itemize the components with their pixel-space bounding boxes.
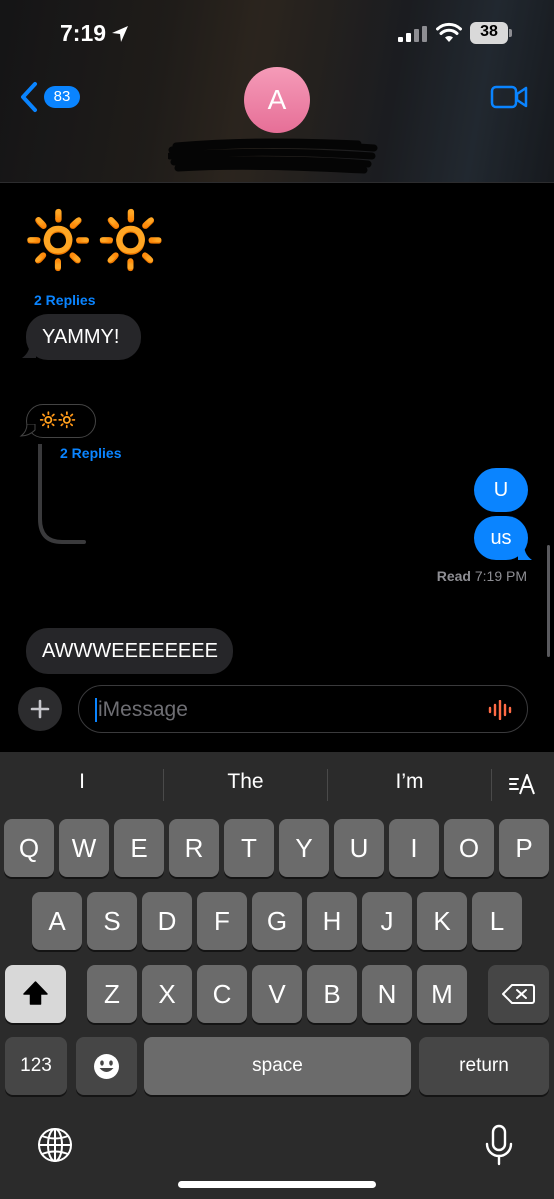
prediction-2[interactable]: The bbox=[164, 770, 327, 794]
text-format-icon[interactable] bbox=[508, 772, 538, 796]
imessage-placeholder: iMessage bbox=[98, 698, 188, 721]
key-f[interactable]: F bbox=[197, 892, 247, 950]
key-z[interactable]: Z bbox=[87, 965, 137, 1023]
cellular-signal-icon bbox=[398, 26, 427, 42]
key-n[interactable]: N bbox=[362, 965, 412, 1023]
emoji-key[interactable] bbox=[76, 1037, 137, 1095]
read-receipt: Read 7:19 PM bbox=[437, 568, 527, 584]
emoji-smiley-icon bbox=[94, 1054, 119, 1079]
text-cursor bbox=[95, 698, 97, 722]
message-input-bar: iMessage bbox=[0, 684, 554, 752]
key-t[interactable]: T bbox=[224, 819, 274, 877]
contact-avatar[interactable]: A bbox=[244, 67, 310, 133]
key-q[interactable]: Q bbox=[4, 819, 54, 877]
globe-icon[interactable] bbox=[36, 1126, 74, 1164]
prediction-divider bbox=[491, 769, 492, 801]
space-key[interactable]: space bbox=[144, 1037, 411, 1095]
read-label: Read bbox=[436, 568, 471, 584]
key-a[interactable]: A bbox=[32, 892, 82, 950]
key-w[interactable]: W bbox=[59, 819, 109, 877]
key-c[interactable]: C bbox=[197, 965, 247, 1023]
home-indicator[interactable] bbox=[178, 1181, 376, 1188]
shift-arrow-icon bbox=[23, 981, 48, 1005]
key-p[interactable]: P bbox=[499, 819, 549, 877]
numbers-key[interactable]: 123 bbox=[5, 1037, 67, 1095]
key-l[interactable]: L bbox=[472, 892, 522, 950]
outgoing-message-bubble[interactable]: U bbox=[474, 468, 528, 512]
location-arrow-icon bbox=[112, 26, 128, 42]
incoming-message-bubble[interactable]: AWWWEEEEEEEE bbox=[26, 628, 233, 674]
incoming-message-bubble[interactable]: YAMMY! bbox=[26, 314, 141, 360]
key-e[interactable]: E bbox=[114, 819, 164, 877]
dictation-mic-icon[interactable] bbox=[484, 1124, 514, 1166]
message-thread[interactable]: 🔆🔆 2 Replies YAMMY! 🔆🔆 2 Replies U us Re… bbox=[0, 184, 554, 684]
delete-key[interactable] bbox=[488, 965, 549, 1023]
key-o[interactable]: O bbox=[444, 819, 494, 877]
apps-plus-button[interactable] bbox=[18, 687, 62, 731]
return-key[interactable]: return bbox=[419, 1037, 549, 1095]
redacted-contact-name bbox=[168, 138, 378, 174]
key-u[interactable]: U bbox=[334, 819, 384, 877]
imessage-text-field[interactable]: iMessage bbox=[78, 685, 528, 733]
key-s[interactable]: S bbox=[87, 892, 137, 950]
key-x[interactable]: X bbox=[142, 965, 192, 1023]
conversation-header: 7:19 38 83 A bbox=[0, 0, 554, 183]
prediction-3[interactable]: I’m bbox=[328, 770, 491, 794]
status-time: 7:19 bbox=[60, 20, 107, 46]
key-i[interactable]: I bbox=[389, 819, 439, 877]
video-call-icon[interactable] bbox=[490, 84, 528, 110]
key-y[interactable]: Y bbox=[279, 819, 329, 877]
backspace-icon bbox=[502, 984, 535, 1004]
key-r[interactable]: R bbox=[169, 819, 219, 877]
key-v[interactable]: V bbox=[252, 965, 302, 1023]
key-b[interactable]: B bbox=[307, 965, 357, 1023]
bubble-tail bbox=[19, 424, 36, 437]
bubble-tail bbox=[518, 544, 532, 560]
key-d[interactable]: D bbox=[142, 892, 192, 950]
shift-key[interactable] bbox=[5, 965, 66, 1023]
key-m[interactable]: M bbox=[417, 965, 467, 1023]
scroll-indicator[interactable] bbox=[547, 545, 550, 657]
key-j[interactable]: J bbox=[362, 892, 412, 950]
audio-waveform-icon[interactable] bbox=[488, 700, 514, 720]
unread-count-badge: 83 bbox=[44, 86, 80, 108]
battery-tip bbox=[509, 29, 512, 37]
wifi-icon bbox=[436, 22, 462, 42]
predictive-text-bar: I The I’m bbox=[0, 752, 554, 816]
battery-indicator: 38 bbox=[470, 22, 512, 44]
key-h[interactable]: H bbox=[307, 892, 357, 950]
battery-level: 38 bbox=[480, 23, 498, 40]
emoji-message[interactable]: 🔆🔆 bbox=[24, 208, 169, 272]
chevron-left-icon bbox=[21, 82, 37, 112]
status-bar: 7:19 38 bbox=[0, 18, 554, 48]
read-time: 7:19 PM bbox=[474, 568, 527, 584]
replies-link[interactable]: 2 Replies bbox=[34, 292, 95, 308]
key-k[interactable]: K bbox=[417, 892, 467, 950]
key-g[interactable]: G bbox=[252, 892, 302, 950]
thread-line bbox=[38, 444, 86, 544]
plus-icon bbox=[30, 699, 50, 719]
prediction-1[interactable]: I bbox=[2, 770, 162, 794]
back-button[interactable]: 83 bbox=[18, 80, 80, 114]
